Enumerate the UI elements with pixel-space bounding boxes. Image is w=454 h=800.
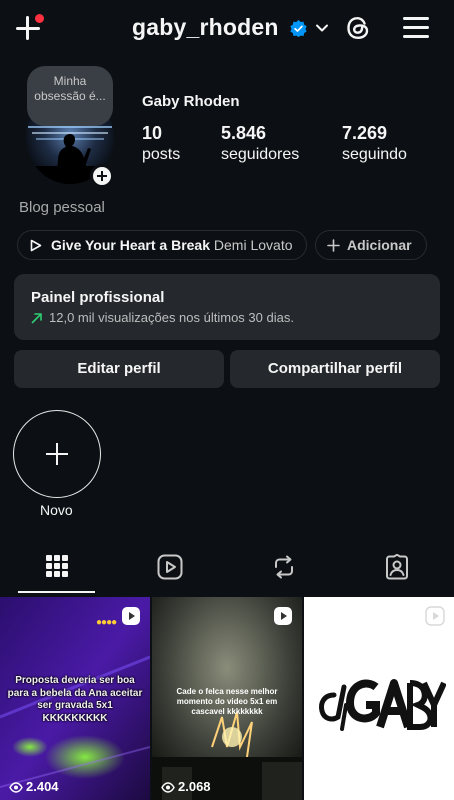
note-bubble[interactable]: Minha obsessão é... bbox=[27, 66, 113, 126]
grid-icon bbox=[46, 555, 68, 577]
tab-tagged[interactable] bbox=[340, 545, 453, 595]
add-link-button[interactable]: Adicionar bbox=[315, 230, 427, 260]
reel-icon bbox=[274, 607, 292, 625]
share-profile-button[interactable]: Compartilhar perfil bbox=[230, 350, 440, 388]
hamburger-menu-icon bbox=[403, 17, 429, 20]
tab-grid[interactable] bbox=[0, 545, 113, 595]
post-thumbnail[interactable]: ●●●● Proposta deveria ser boa para a beb… bbox=[0, 597, 150, 800]
add-story-button[interactable] bbox=[90, 164, 114, 188]
stat-label: seguindo bbox=[342, 146, 407, 163]
top-bar: gaby_rhoden bbox=[0, 0, 454, 58]
stat-label: seguidores bbox=[221, 146, 300, 163]
stat-followers[interactable]: 5.846 seguidores bbox=[221, 122, 299, 166]
post-thumbnail[interactable] bbox=[304, 597, 454, 800]
menu-button[interactable] bbox=[403, 16, 429, 40]
post-caption: Cade o felca nesse melhor momento do vid… bbox=[176, 687, 278, 716]
view-count: 2.404 bbox=[9, 779, 59, 794]
dashboard-subtitle: 12,0 mil visualizações nos últimos 30 di… bbox=[49, 310, 294, 325]
new-highlight-label: Novo bbox=[40, 502, 73, 518]
trend-up-icon bbox=[31, 313, 42, 324]
post-thumbnail[interactable]: Cade o felca nesse melhor momento do vid… bbox=[152, 597, 302, 800]
active-tab-indicator bbox=[18, 591, 95, 593]
plus-icon bbox=[327, 239, 340, 252]
stat-value: 10 bbox=[142, 123, 163, 143]
song-artist: Demi Lovato bbox=[213, 237, 293, 253]
new-highlight-button[interactable] bbox=[13, 410, 101, 498]
stat-following[interactable]: 7.269 seguindo bbox=[342, 122, 407, 166]
post-caption: Proposta deveria ser boa para a bebela d… bbox=[7, 675, 143, 724]
profile-music-chip[interactable]: Give Your Heart a Break Demi Lovato bbox=[17, 230, 307, 260]
professional-dashboard[interactable]: Painel profissional 12,0 mil visualizaçõ… bbox=[14, 274, 440, 340]
tagged-user-icon bbox=[386, 554, 408, 580]
repost-icon bbox=[275, 555, 293, 579]
stat-posts[interactable]: 10 posts bbox=[142, 122, 180, 166]
view-count: 2.068 bbox=[161, 779, 211, 794]
dj-gaby-logo bbox=[319, 679, 446, 731]
stat-value: 7.269 bbox=[342, 123, 388, 143]
tab-reels[interactable] bbox=[113, 545, 226, 595]
eye-icon bbox=[161, 782, 175, 793]
dashboard-title: Painel profissional bbox=[31, 289, 165, 306]
profile-category: Blog pessoal bbox=[19, 199, 105, 216]
reel-icon bbox=[122, 607, 140, 625]
tab-reposts[interactable] bbox=[227, 545, 340, 595]
song-title: Give Your Heart a Break bbox=[51, 237, 211, 253]
chevron-down-icon[interactable] bbox=[314, 20, 330, 36]
reels-icon bbox=[157, 554, 183, 580]
play-icon bbox=[30, 239, 42, 252]
display-name: Gaby Rhoden bbox=[142, 93, 240, 110]
eye-icon bbox=[9, 782, 23, 793]
threads-icon[interactable] bbox=[344, 14, 372, 42]
username-switcher[interactable]: gaby_rhoden bbox=[132, 14, 279, 41]
reel-icon bbox=[425, 606, 445, 626]
edit-profile-button[interactable]: Editar perfil bbox=[14, 350, 224, 388]
stat-label: posts bbox=[142, 146, 181, 163]
new-post-button[interactable] bbox=[14, 14, 44, 44]
add-label: Adicionar bbox=[347, 237, 412, 253]
notification-dot bbox=[35, 14, 44, 23]
post-grid: ●●●● Proposta deveria ser boa para a beb… bbox=[0, 597, 454, 800]
verified-badge-icon bbox=[290, 20, 307, 37]
stat-value: 5.846 bbox=[221, 123, 267, 143]
emoji-sticker: ●●●● bbox=[96, 617, 117, 628]
profile-tabs bbox=[0, 545, 454, 595]
